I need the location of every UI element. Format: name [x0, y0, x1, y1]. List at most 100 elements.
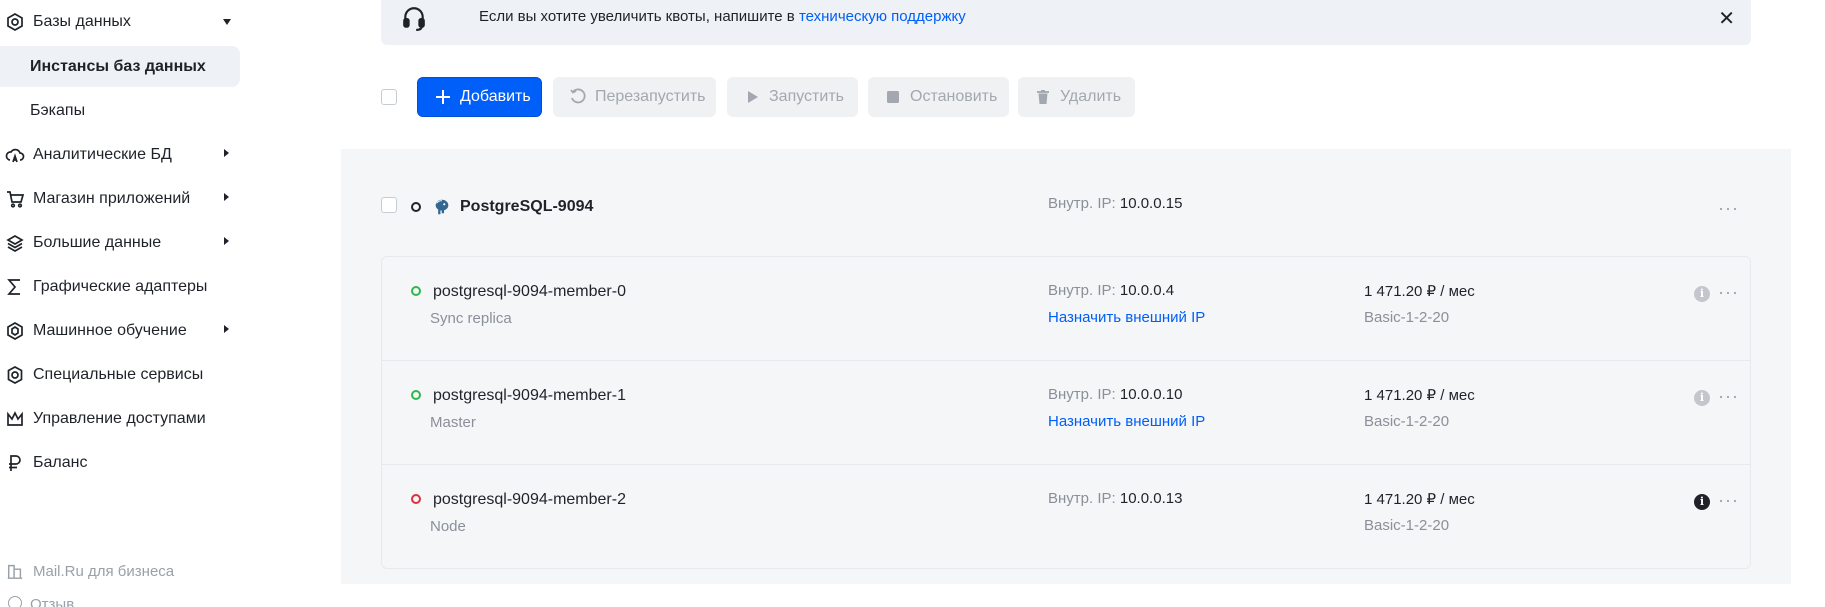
support-link[interactable]: техническую поддержку [799, 8, 966, 25]
nav-big-data-label: Большие данные [33, 234, 162, 251]
member-role: Node [430, 518, 466, 535]
cloud-analytics-icon [4, 144, 26, 166]
nav-db-instances[interactable]: Инстансы баз данных [0, 46, 240, 87]
add-button-label: Добавить [460, 88, 531, 105]
select-all-checkbox[interactable] [381, 89, 397, 105]
chevron-right-icon [224, 325, 229, 333]
restart-button-label: Перезапустить [595, 88, 706, 105]
stop-icon [884, 88, 902, 106]
member-name[interactable]: postgresql-9094-member-0 [433, 283, 626, 301]
info-icon[interactable]: i [1694, 494, 1710, 510]
ip-label: Внутр. IP: [1048, 386, 1116, 403]
member-role: Master [430, 414, 476, 431]
member-role: Sync replica [430, 310, 512, 327]
member-ip: Внутр. IP: 10.0.0.10 [1048, 386, 1182, 403]
nav-access-label: Управление доступами [33, 410, 206, 427]
row-menu-icon[interactable]: ··· [1718, 283, 1739, 301]
info-icon[interactable]: i [1694, 286, 1710, 302]
group-menu-icon[interactable]: ··· [1718, 199, 1739, 217]
nav-backups[interactable]: Бэкапы [0, 90, 240, 131]
group-ip: Внутр. IP: 10.0.0.15 [1048, 195, 1182, 212]
feedback-icon [8, 596, 22, 607]
row-divider [381, 464, 1751, 465]
ip-value: 10.0.0.4 [1119, 282, 1175, 299]
ip-label: Внутр. IP: [1048, 282, 1116, 299]
nav-mailru-business-label: Mail.Ru для бизнеса [33, 562, 175, 580]
nav-databases-label: Базы данных [33, 13, 131, 30]
start-button[interactable]: Запустить [727, 77, 858, 117]
nav-feedback-label: Отзыв [30, 596, 75, 607]
quota-banner: Если вы хотите увеличить квоты, напишите… [381, 0, 1751, 45]
banner-message: Если вы хотите увеличить квоты, напишите… [479, 8, 799, 25]
chevron-right-icon [224, 193, 229, 201]
nav-special[interactable]: Специальные сервисы [0, 355, 203, 395]
nav-special-label: Специальные сервисы [33, 366, 204, 383]
chevron-right-icon [224, 237, 229, 245]
play-icon [743, 88, 761, 106]
stop-button[interactable]: Остановить [868, 77, 1009, 117]
delete-button[interactable]: Удалить [1018, 77, 1135, 117]
add-button[interactable]: Добавить [417, 77, 542, 117]
nav-analytic-db[interactable]: Аналитические БД [0, 135, 229, 175]
assign-external-ip-link[interactable]: Назначить внешний IP [1048, 309, 1205, 326]
status-indicator [411, 286, 421, 296]
member-name[interactable]: postgresql-9094-member-2 [433, 491, 626, 509]
member-name[interactable]: postgresql-9094-member-1 [433, 387, 626, 405]
plus-icon [434, 88, 452, 106]
restart-icon [569, 88, 587, 106]
nav-big-data[interactable]: Большие данные [0, 223, 229, 263]
nav-ml[interactable]: Машинное обучение [0, 311, 229, 351]
nav-gpu[interactable]: Графические адаптеры [0, 267, 207, 307]
member-price: 1 471.20 ₽ / мес [1364, 387, 1475, 404]
nav-balance[interactable]: Баланс [0, 443, 87, 483]
member-ip: Внутр. IP: 10.0.0.13 [1048, 490, 1182, 507]
crown-icon [4, 408, 26, 430]
main-content: Если вы хотите увеличить квоты, напишите… [341, 0, 1791, 607]
nav-app-store[interactable]: Магазин приложений [0, 179, 229, 219]
nav-analytic-db-label: Аналитические БД [33, 146, 172, 163]
group-status-indicator [411, 202, 421, 212]
delete-button-label: Удалить [1060, 88, 1122, 105]
nav-access[interactable]: Управление доступами [0, 399, 206, 439]
nav-balance-label: Баланс [33, 454, 88, 471]
row-menu-icon[interactable]: ··· [1718, 387, 1739, 405]
status-indicator [411, 390, 421, 400]
trash-icon [1034, 88, 1052, 106]
banner-text: Если вы хотите увеличить квоты, напишите… [479, 8, 966, 25]
member-plan: Basic-1-2-20 [1364, 413, 1450, 430]
group-name[interactable]: PostgreSQL-9094 [460, 198, 593, 216]
row-menu-icon[interactable]: ··· [1718, 491, 1739, 509]
restart-button[interactable]: Перезапустить [553, 77, 716, 117]
nav-feedback[interactable]: Отзыв [0, 596, 74, 607]
ip-value: 10.0.0.13 [1119, 490, 1183, 507]
database-icon [4, 11, 26, 33]
assign-external-ip-link[interactable]: Назначить внешний IP [1048, 413, 1205, 430]
nav-mailru-business[interactable]: Mail.Ru для бизнеса [0, 556, 174, 586]
right-margin [1791, 0, 1825, 607]
member-plan: Basic-1-2-20 [1364, 517, 1450, 534]
start-button-label: Запустить [769, 88, 844, 105]
sidebar: Базы данных Инстансы баз данных Бэкапы А… [0, 0, 341, 607]
headset-icon [403, 7, 425, 31]
building-icon [4, 560, 26, 582]
info-icon[interactable]: i [1694, 390, 1710, 406]
sigma-icon [4, 276, 26, 298]
status-indicator [411, 494, 421, 504]
ruble-icon [4, 452, 26, 474]
chevron-down-icon [223, 19, 231, 25]
member-price: 1 471.20 ₽ / мес [1364, 491, 1475, 508]
group-checkbox[interactable] [381, 197, 397, 213]
ml-hexagon-icon [4, 320, 26, 342]
row-divider [381, 360, 1751, 361]
chevron-right-icon [224, 149, 229, 157]
member-ip: Внутр. IP: 10.0.0.4 [1048, 282, 1174, 299]
ip-value: 10.0.0.15 [1119, 195, 1183, 212]
nav-databases[interactable]: Базы данных [0, 2, 231, 42]
close-icon[interactable]: ✕ [1718, 6, 1735, 31]
nav-gpu-label: Графические адаптеры [33, 278, 208, 295]
gear-icon [4, 364, 26, 386]
layers-icon [4, 232, 26, 254]
footer-area [341, 584, 1791, 607]
member-price: 1 471.20 ₽ / мес [1364, 283, 1475, 300]
ip-label: Внутр. IP: [1048, 490, 1116, 507]
